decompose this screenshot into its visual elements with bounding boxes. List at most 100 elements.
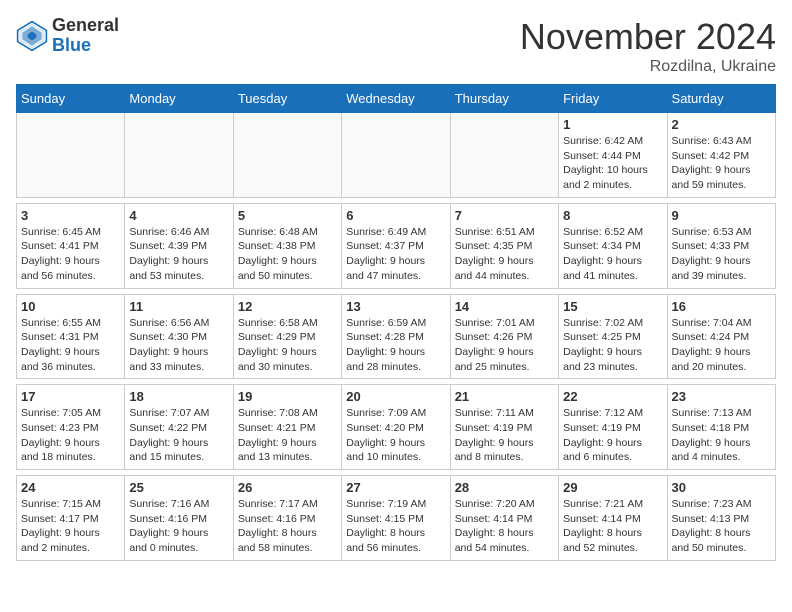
day-info: Sunrise: 7:17 AM Sunset: 4:16 PM Dayligh… [238,497,337,556]
table-row: 21 Sunrise: 7:11 AM Sunset: 4:19 PM Dayli… [450,385,558,470]
table-row: 27 Sunrise: 7:19 AM Sunset: 4:15 PM Dayli… [342,476,450,561]
day-info: Sunrise: 6:43 AM Sunset: 4:42 PM Dayligh… [672,134,771,193]
day-number: 18 [129,389,228,404]
day-number: 22 [563,389,662,404]
table-row: 15 Sunrise: 7:02 AM Sunset: 4:25 PM Dayli… [559,294,667,379]
logo-text: General Blue [52,16,119,56]
day-number: 6 [346,208,445,223]
day-info: Sunrise: 6:55 AM Sunset: 4:31 PM Dayligh… [21,316,120,375]
table-row: 5Sunrise: 6:48 AM Sunset: 4:38 PM Daylig… [233,203,341,288]
header: General Blue November 2024 Rozdilna, Ukr… [16,16,776,76]
table-row: 22 Sunrise: 7:12 AM Sunset: 4:19 PM Dayli… [559,385,667,470]
table-row: 11 Sunrise: 6:56 AM Sunset: 4:30 PM Dayli… [125,294,233,379]
day-info: Sunrise: 7:09 AM Sunset: 4:20 PM Dayligh… [346,406,445,465]
table-row [450,113,558,198]
day-info: Sunrise: 7:23 AM Sunset: 4:13 PM Dayligh… [672,497,771,556]
day-number: 3 [21,208,120,223]
day-number: 4 [129,208,228,223]
calendar: Sunday Monday Tuesday Wednesday Thursday… [16,84,776,561]
calendar-week-row: 10 Sunrise: 6:55 AM Sunset: 4:31 PM Dayli… [17,294,776,379]
table-row: 28Sunrise: 7:20 AM Sunset: 4:14 PM Dayli… [450,476,558,561]
day-info: Sunrise: 7:15 AM Sunset: 4:17 PM Dayligh… [21,497,120,556]
day-info: Sunrise: 7:08 AM Sunset: 4:21 PM Dayligh… [238,406,337,465]
day-number: 29 [563,480,662,495]
day-info: Sunrise: 7:19 AM Sunset: 4:15 PM Dayligh… [346,497,445,556]
day-info: Sunrise: 7:11 AM Sunset: 4:19 PM Dayligh… [455,406,554,465]
month-title: November 2024 [520,16,776,58]
header-sunday: Sunday [17,85,125,113]
table-row [342,113,450,198]
day-info: Sunrise: 6:48 AM Sunset: 4:38 PM Dayligh… [238,225,337,284]
table-row: 29 Sunrise: 7:21 AM Sunset: 4:14 PM Dayli… [559,476,667,561]
day-info: Sunrise: 6:52 AM Sunset: 4:34 PM Dayligh… [563,225,662,284]
day-number: 27 [346,480,445,495]
day-number: 10 [21,299,120,314]
table-row: 3 Sunrise: 6:45 AM Sunset: 4:41 PM Daylig… [17,203,125,288]
table-row [233,113,341,198]
day-number: 15 [563,299,662,314]
day-info: Sunrise: 7:21 AM Sunset: 4:14 PM Dayligh… [563,497,662,556]
table-row [17,113,125,198]
day-info: Sunrise: 7:13 AM Sunset: 4:18 PM Dayligh… [672,406,771,465]
day-number: 19 [238,389,337,404]
day-info: Sunrise: 7:02 AM Sunset: 4:25 PM Dayligh… [563,316,662,375]
calendar-week-row: 1Sunrise: 6:42 AM Sunset: 4:44 PM Daylig… [17,113,776,198]
day-info: Sunrise: 6:58 AM Sunset: 4:29 PM Dayligh… [238,316,337,375]
table-row: 18Sunrise: 7:07 AM Sunset: 4:22 PM Dayli… [125,385,233,470]
table-row: 8 Sunrise: 6:52 AM Sunset: 4:34 PM Daylig… [559,203,667,288]
calendar-week-row: 17 Sunrise: 7:05 AM Sunset: 4:23 PM Dayli… [17,385,776,470]
table-row: 25Sunrise: 7:16 AM Sunset: 4:16 PM Dayli… [125,476,233,561]
day-info: Sunrise: 6:51 AM Sunset: 4:35 PM Dayligh… [455,225,554,284]
day-number: 11 [129,299,228,314]
day-number: 12 [238,299,337,314]
calendar-week-row: 3 Sunrise: 6:45 AM Sunset: 4:41 PM Daylig… [17,203,776,288]
day-info: Sunrise: 6:45 AM Sunset: 4:41 PM Dayligh… [21,225,120,284]
table-row: 24 Sunrise: 7:15 AM Sunset: 4:17 PM Dayli… [17,476,125,561]
day-info: Sunrise: 6:56 AM Sunset: 4:30 PM Dayligh… [129,316,228,375]
table-row [125,113,233,198]
header-saturday: Saturday [667,85,775,113]
calendar-week-row: 24 Sunrise: 7:15 AM Sunset: 4:17 PM Dayli… [17,476,776,561]
day-number: 24 [21,480,120,495]
table-row: 19 Sunrise: 7:08 AM Sunset: 4:21 PM Dayli… [233,385,341,470]
day-info: Sunrise: 6:49 AM Sunset: 4:37 PM Dayligh… [346,225,445,284]
logo: General Blue [16,16,119,56]
day-info: Sunrise: 6:53 AM Sunset: 4:33 PM Dayligh… [672,225,771,284]
table-row: 20 Sunrise: 7:09 AM Sunset: 4:20 PM Dayli… [342,385,450,470]
day-info: Sunrise: 6:46 AM Sunset: 4:39 PM Dayligh… [129,225,228,284]
day-number: 14 [455,299,554,314]
day-info: Sunrise: 7:01 AM Sunset: 4:26 PM Dayligh… [455,316,554,375]
day-info: Sunrise: 7:05 AM Sunset: 4:23 PM Dayligh… [21,406,120,465]
day-number: 13 [346,299,445,314]
table-row: 2 Sunrise: 6:43 AM Sunset: 4:42 PM Daylig… [667,113,775,198]
table-row: 16Sunrise: 7:04 AM Sunset: 4:24 PM Dayli… [667,294,775,379]
day-number: 21 [455,389,554,404]
logo-icon [16,20,48,52]
day-number: 2 [672,117,771,132]
day-info: Sunrise: 6:59 AM Sunset: 4:28 PM Dayligh… [346,316,445,375]
table-row: 9 Sunrise: 6:53 AM Sunset: 4:33 PM Daylig… [667,203,775,288]
table-row: 6 Sunrise: 6:49 AM Sunset: 4:37 PM Daylig… [342,203,450,288]
table-row: 14 Sunrise: 7:01 AM Sunset: 4:26 PM Dayli… [450,294,558,379]
weekday-header-row: Sunday Monday Tuesday Wednesday Thursday… [17,85,776,113]
location: Rozdilna, Ukraine [520,58,776,76]
table-row: 17 Sunrise: 7:05 AM Sunset: 4:23 PM Dayli… [17,385,125,470]
day-number: 20 [346,389,445,404]
table-row: 10 Sunrise: 6:55 AM Sunset: 4:31 PM Dayli… [17,294,125,379]
day-number: 28 [455,480,554,495]
header-friday: Friday [559,85,667,113]
day-info: Sunrise: 7:12 AM Sunset: 4:19 PM Dayligh… [563,406,662,465]
day-number: 9 [672,208,771,223]
header-monday: Monday [125,85,233,113]
table-row: 12 Sunrise: 6:58 AM Sunset: 4:29 PM Dayli… [233,294,341,379]
day-number: 17 [21,389,120,404]
day-info: Sunrise: 7:16 AM Sunset: 4:16 PM Dayligh… [129,497,228,556]
header-wednesday: Wednesday [342,85,450,113]
day-info: Sunrise: 6:42 AM Sunset: 4:44 PM Dayligh… [563,134,662,193]
day-info: Sunrise: 7:04 AM Sunset: 4:24 PM Dayligh… [672,316,771,375]
day-number: 8 [563,208,662,223]
table-row: 4 Sunrise: 6:46 AM Sunset: 4:39 PM Daylig… [125,203,233,288]
header-tuesday: Tuesday [233,85,341,113]
table-row: 1Sunrise: 6:42 AM Sunset: 4:44 PM Daylig… [559,113,667,198]
table-row: 23Sunrise: 7:13 AM Sunset: 4:18 PM Dayli… [667,385,775,470]
